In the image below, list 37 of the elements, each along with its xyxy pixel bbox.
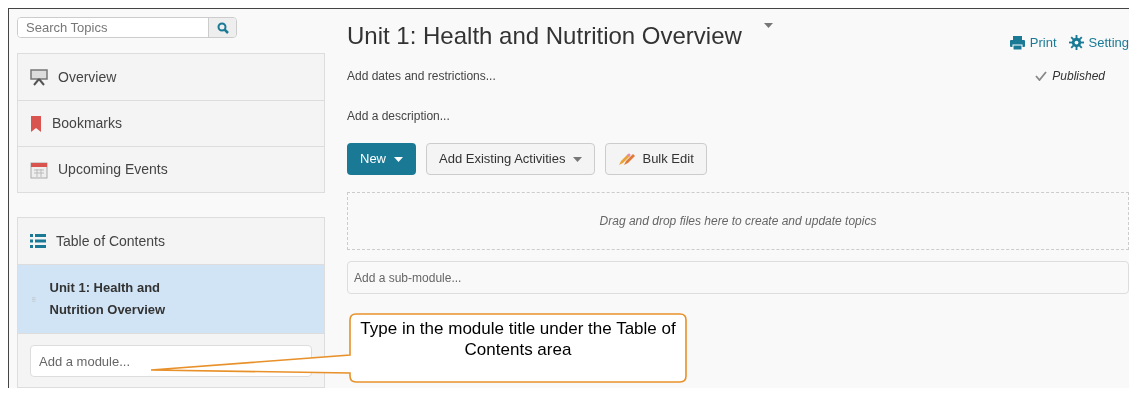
- new-button[interactable]: New: [347, 143, 416, 175]
- caret-icon: [763, 23, 773, 28]
- toc-header[interactable]: Table of Contents: [18, 218, 324, 264]
- description-link[interactable]: Add a description...: [347, 107, 450, 125]
- module-title: Unit 1: Health and Nutrition Overview: [49, 279, 167, 319]
- printer-icon: [1009, 35, 1025, 50]
- toolbar-link[interactable]: Setting: [1068, 33, 1129, 53]
- nav-item-label: Upcoming Events: [58, 160, 168, 179]
- drop-zone[interactable]: Drag and drop files here to create and update topics: [347, 192, 1129, 250]
- published-status: Published: [1052, 68, 1105, 85]
- bookmark-icon: [30, 114, 42, 133]
- nav-item[interactable]: Overview: [18, 54, 324, 100]
- settings-icon: [1068, 35, 1084, 51]
- caret-icon: [573, 156, 583, 162]
- bulk-edit-button[interactable]: Bulk Edit: [605, 143, 707, 175]
- title-dropdown[interactable]: [761, 21, 775, 30]
- module-item[interactable]: Unit 1: Health and Nutrition Overview: [18, 264, 324, 333]
- nav-item[interactable]: Bookmarks: [18, 100, 324, 146]
- drop-zone-text: Drag and drop files here to create and update topics: [599, 213, 877, 230]
- module-heading: Unit 1: Health and Nutrition Overview: [347, 21, 742, 51]
- callout-text: Type in the module title under the Table of Contents area: [359, 318, 677, 360]
- nav-item-label: Bookmarks: [52, 114, 123, 133]
- list-icon: [30, 234, 46, 248]
- add-activities-button[interactable]: Add Existing Activities: [426, 143, 596, 175]
- add-submodule-field[interactable]: Add a sub-module...: [347, 261, 1129, 294]
- search-field[interactable]: Search Topics: [17, 17, 237, 38]
- search-button[interactable]: [208, 18, 236, 37]
- search-icon: [216, 21, 229, 34]
- calendar-icon: [30, 160, 48, 179]
- dates-link[interactable]: Add dates and restrictions...: [347, 67, 496, 85]
- nav-item-label: Overview: [58, 67, 117, 87]
- toc-title: Table of Contents: [56, 231, 165, 251]
- caret-icon: [394, 156, 403, 162]
- toolbar-link[interactable]: Print: [1009, 33, 1057, 53]
- nav-item[interactable]: Upcoming Events: [18, 146, 324, 192]
- presentation-board-icon: [30, 68, 48, 86]
- pencils-icon: [618, 152, 637, 166]
